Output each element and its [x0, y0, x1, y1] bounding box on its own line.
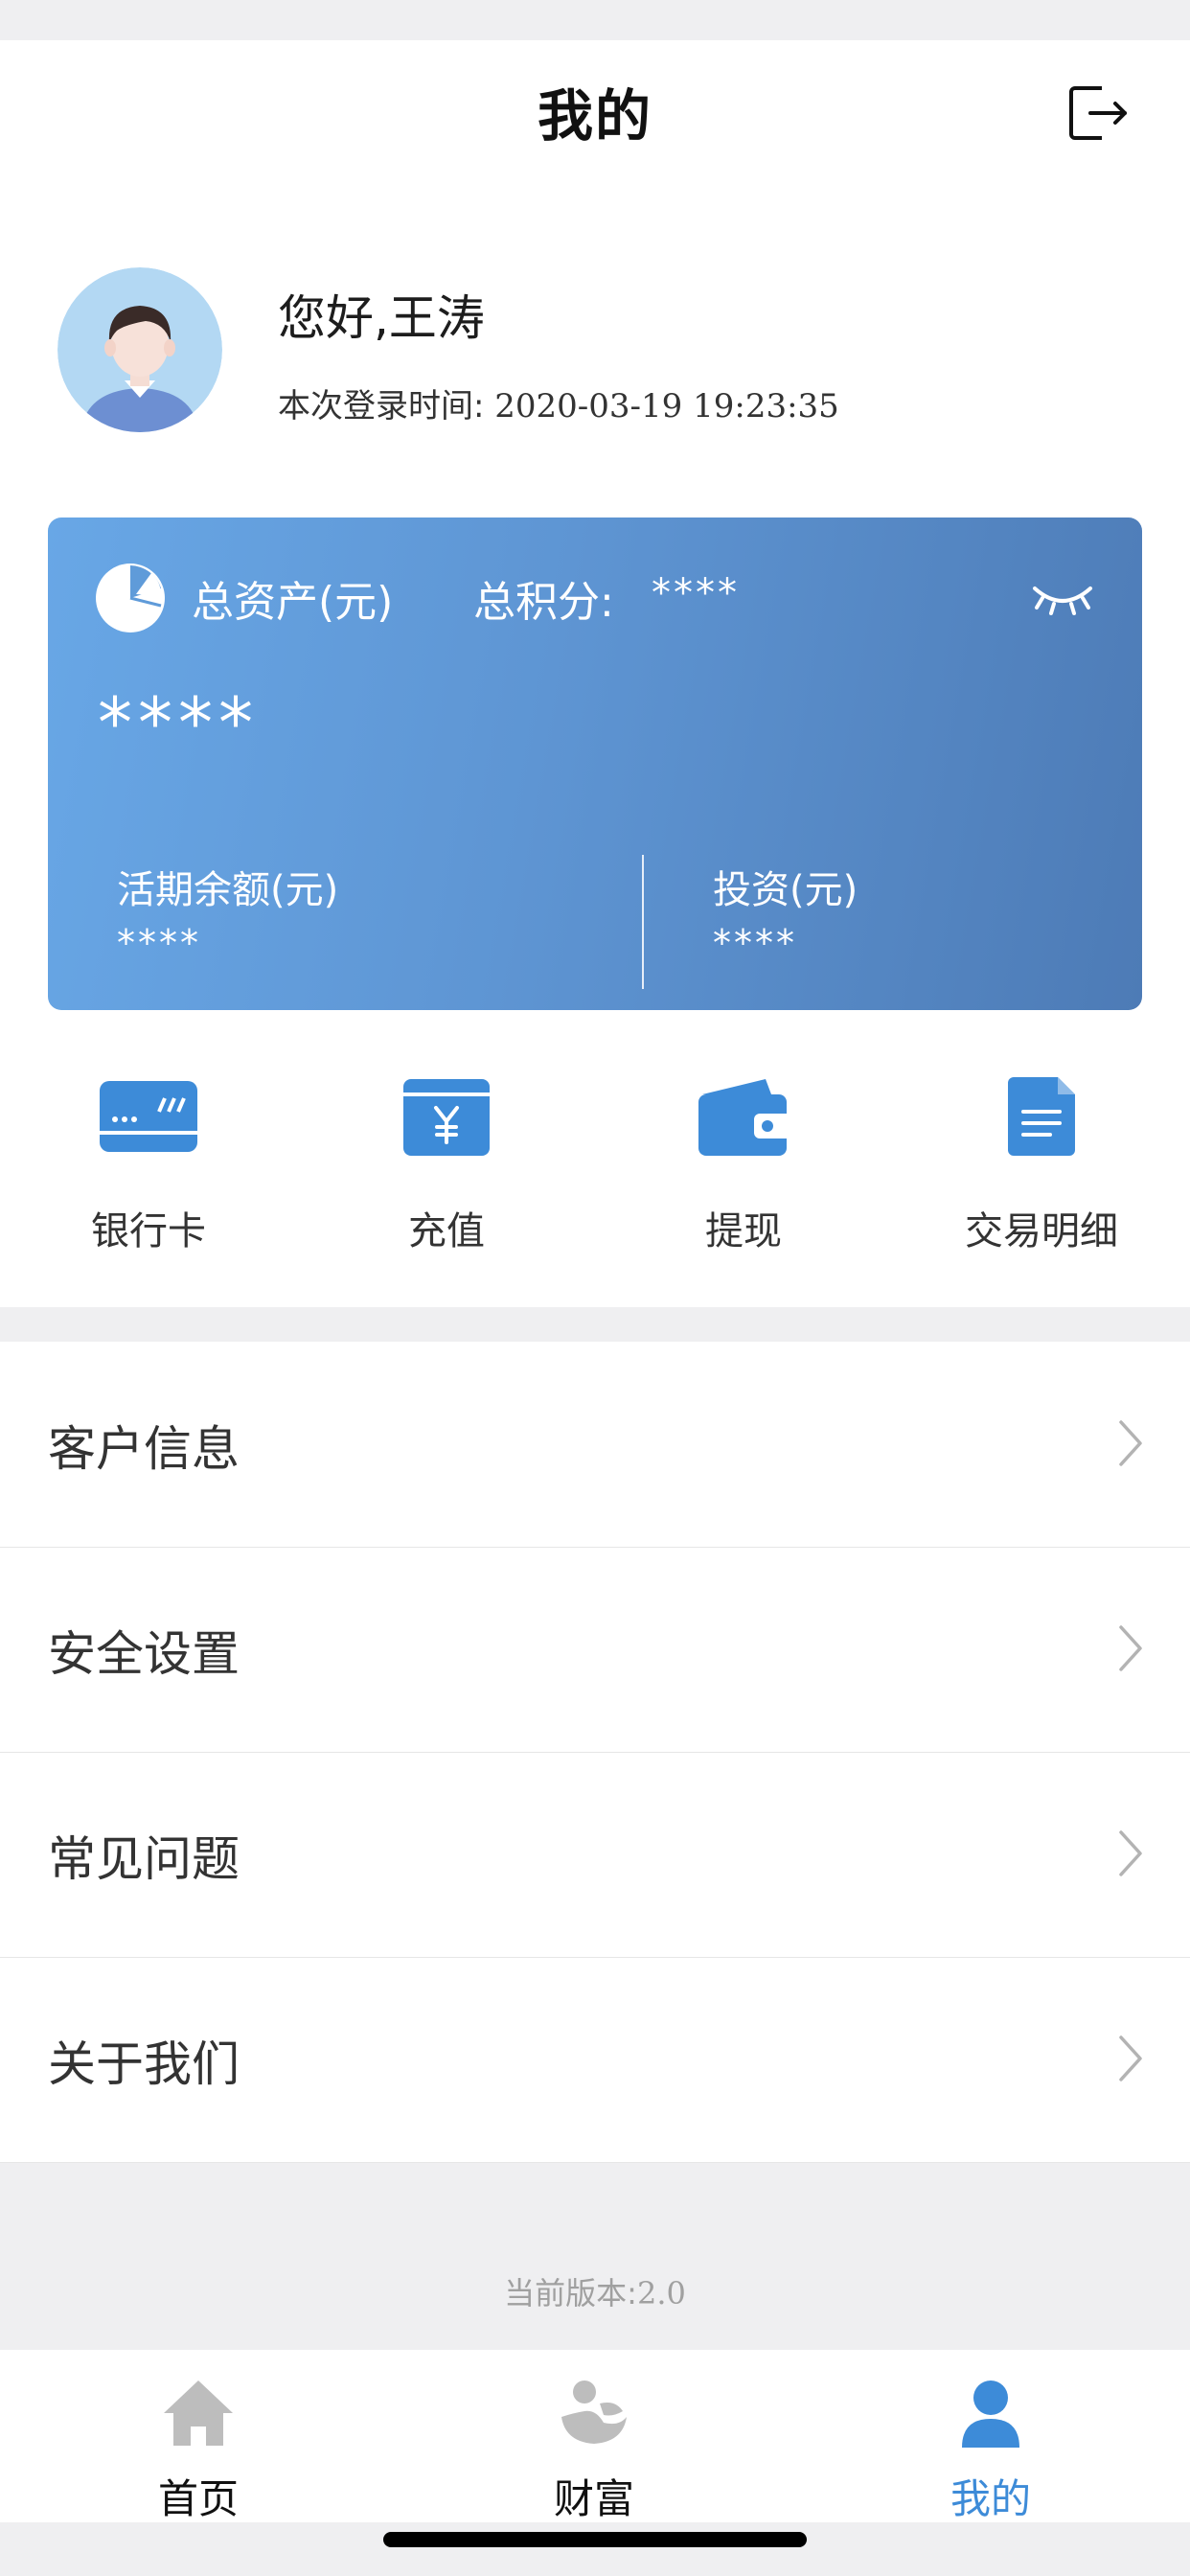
card-divider — [642, 855, 644, 989]
greeting: 您好,王涛 — [278, 290, 485, 346]
my-page: 我的 您好,王涛 本次登录时间: 2020-03-19 19:23:35 总资产 — [0, 0, 1190, 2576]
quick-action-withdraw[interactable]: 提现 — [629, 1073, 858, 1265]
user-avatar-icon — [57, 267, 222, 432]
menu-item-security-settings[interactable]: 安全设置 — [0, 1547, 1190, 1753]
eye-closed-icon — [1033, 586, 1092, 615]
tab-wealth[interactable]: 财富 — [479, 2375, 709, 2522]
total-assets-value: **** — [98, 682, 259, 763]
login-time-value: 2020-03-19 19:23:35 — [494, 387, 839, 426]
login-time: 本次登录时间: 2020-03-19 19:23:35 — [278, 380, 839, 426]
quick-action-recharge[interactable]: 充值 — [332, 1073, 561, 1265]
total-assets-label: 总资产(元) — [192, 578, 394, 627]
pie-chart-icon — [96, 564, 165, 632]
menu-item-about-us[interactable]: 关于我们 — [0, 1957, 1190, 2163]
quick-action-label: 交易明细 — [965, 1209, 1118, 1254]
home-icon — [164, 2380, 233, 2446]
chevron-right-icon — [1119, 2036, 1142, 2082]
investment-label: 投资(元) — [713, 868, 858, 912]
avatar[interactable] — [57, 267, 222, 432]
login-time-label: 本次登录时间: — [278, 387, 495, 426]
bank-card-icon — [100, 1081, 197, 1152]
asset-card: 总资产(元) 总积分: **** **** 活期余额(元) **** 投资(元)… — [48, 518, 1142, 1010]
tab-mine[interactable]: 我的 — [876, 2375, 1106, 2522]
user-icon — [962, 2380, 1019, 2448]
recharge-icon — [403, 1079, 490, 1156]
menu-list: 客户信息 安全设置 常见问题 关于我们 — [0, 1342, 1190, 2163]
chevron-right-icon — [1119, 1420, 1142, 1466]
page-title: 我的 — [537, 83, 652, 149]
status-bar — [0, 0, 1190, 40]
tab-label: 首页 — [157, 2475, 239, 2522]
balance-value: **** — [117, 922, 201, 964]
quick-action-bank-card[interactable]: 银行卡 — [34, 1073, 263, 1265]
version-number: 2.0 — [636, 2275, 686, 2312]
logout-icon — [1069, 86, 1127, 140]
quick-action-transactions[interactable]: 交易明细 — [927, 1073, 1156, 1265]
tab-bar: 首页 财富 我的 — [0, 2350, 1190, 2522]
quick-action-label: 银行卡 — [91, 1209, 206, 1254]
tab-home[interactable]: 首页 — [83, 2375, 313, 2522]
total-points-value: **** — [652, 571, 740, 615]
logout-button[interactable] — [1064, 75, 1133, 151]
toggle-visibility-button[interactable] — [1031, 579, 1094, 621]
total-points-label: 总积分: — [473, 578, 614, 627]
quick-action-label: 提现 — [705, 1209, 782, 1254]
balance-label: 活期余额(元) — [117, 868, 339, 912]
quick-action-label: 充值 — [408, 1209, 485, 1254]
tab-label: 我的 — [950, 2475, 1031, 2522]
menu-item-faq[interactable]: 常见问题 — [0, 1752, 1190, 1958]
menu-item-label: 常见问题 — [48, 1831, 240, 1887]
menu-item-label: 关于我们 — [48, 2036, 240, 2092]
version-label: 当前版本: — [504, 2275, 637, 2312]
menu-item-label: 安全设置 — [48, 1626, 240, 1682]
chevron-right-icon — [1119, 1830, 1142, 1876]
wealth-icon — [561, 2380, 627, 2444]
investment-value: **** — [713, 922, 797, 964]
version-text: 当前版本:2.0 — [0, 2269, 1190, 2313]
wallet-icon — [698, 1079, 792, 1156]
home-indicator — [383, 2532, 807, 2547]
tab-label: 财富 — [553, 2475, 634, 2522]
document-icon — [1008, 1077, 1075, 1156]
menu-item-customer-info[interactable]: 客户信息 — [0, 1342, 1190, 1548]
menu-item-label: 客户信息 — [48, 1421, 240, 1477]
chevron-right-icon — [1119, 1625, 1142, 1671]
